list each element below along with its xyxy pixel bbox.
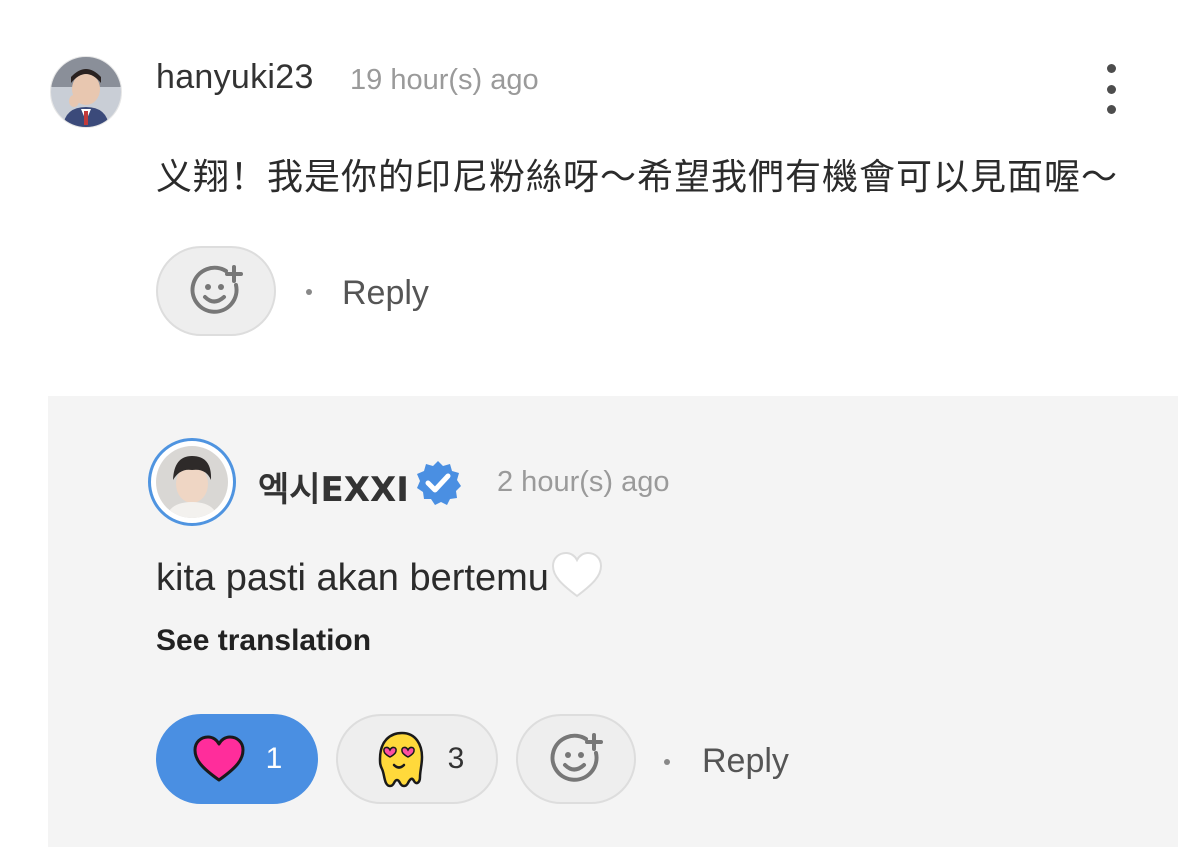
comment-thread: hanyuki23 19 hour(s) ago 义翔！我是你的印尼粉絲呀～希望… — [0, 0, 1178, 847]
comment-text: 义翔！我是你的印尼粉絲呀～希望我們有機會可以見面喔～ — [156, 157, 1119, 198]
verified-badge-icon — [417, 461, 461, 505]
separator-dot — [664, 759, 670, 765]
timestamp: 19 hour(s) ago — [350, 64, 539, 96]
heart-icon — [193, 735, 245, 782]
add-reaction-icon — [190, 265, 243, 314]
comment-text: kita pasti akan bertemu — [156, 552, 603, 600]
avatar-image — [156, 446, 228, 518]
heart-eyes-reaction-button[interactable]: 3 — [336, 714, 498, 804]
username[interactable]: 엑시EXXI — [258, 462, 409, 511]
add-reaction-button[interactable] — [156, 246, 276, 336]
timestamp: 2 hour(s) ago — [497, 466, 670, 498]
kebab-dot — [1106, 64, 1116, 73]
add-reaction-icon — [550, 733, 603, 782]
top-comment: hanyuki23 19 hour(s) ago 义翔！我是你的印尼粉絲呀～希望… — [0, 0, 1178, 396]
reaction-count: 1 — [265, 742, 283, 775]
reaction-count: 3 — [447, 742, 465, 775]
more-vertical-icon[interactable] — [1096, 64, 1126, 114]
user-avatar-verified[interactable] — [148, 438, 236, 526]
comment-text-content: kita pasti akan bertemu — [156, 557, 549, 599]
user-avatar[interactable] — [50, 56, 122, 128]
reply-button[interactable]: Reply — [702, 742, 789, 781]
white-heart-icon — [551, 552, 602, 598]
separator-dot — [306, 289, 312, 295]
username[interactable]: hanyuki23 — [156, 58, 314, 97]
heart-reaction-button[interactable]: 1 — [156, 714, 318, 804]
see-translation-link[interactable]: See translation — [156, 624, 371, 658]
add-reaction-button[interactable] — [516, 714, 636, 804]
kebab-dot — [1106, 105, 1116, 114]
reply-button[interactable]: Reply — [342, 274, 429, 313]
avatar-image — [51, 57, 121, 127]
heart-eyes-blob-icon — [378, 731, 423, 788]
kebab-dot — [1106, 84, 1116, 94]
